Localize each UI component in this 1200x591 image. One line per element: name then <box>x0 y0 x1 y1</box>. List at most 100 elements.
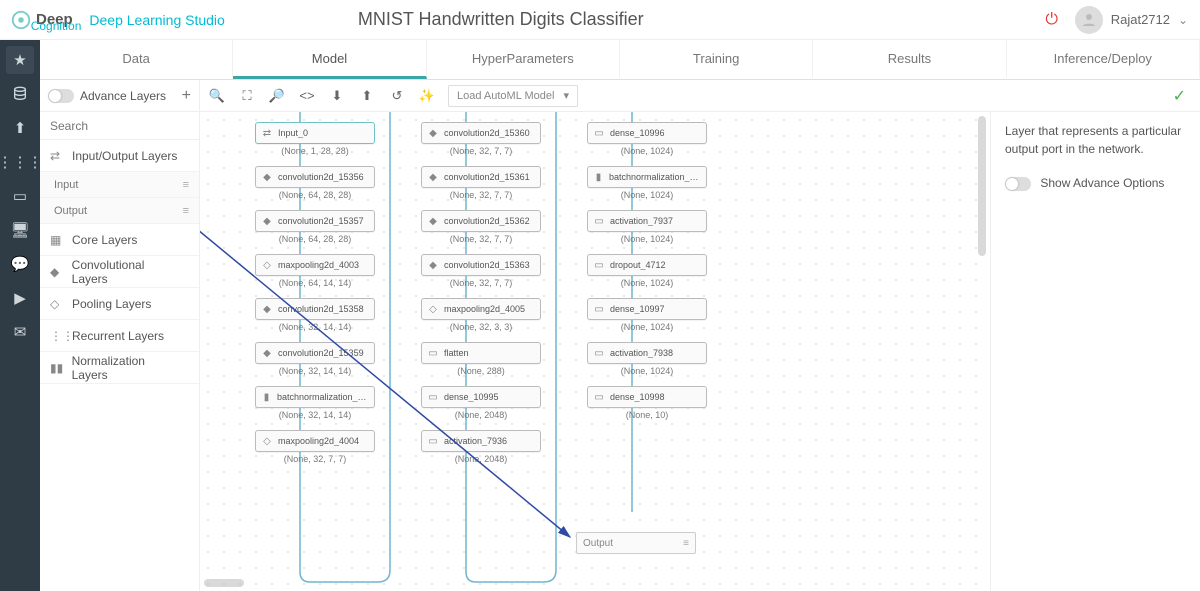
show-advance-toggle[interactable] <box>1005 177 1031 191</box>
cat-label: Recurrent Layers <box>72 329 164 343</box>
cat-normalization-layers[interactable]: ▮▮Normalization Layers <box>40 352 199 384</box>
node-label: convolution2d_15363 <box>444 260 530 270</box>
history-icon[interactable]: ↺ <box>388 88 406 104</box>
rail-star-icon[interactable]: ★ <box>6 46 34 74</box>
upload-icon[interactable]: ⬆ <box>358 88 376 104</box>
layer-item-output[interactable]: Output≡ <box>40 198 199 224</box>
node-type-icon: ▭ <box>426 346 440 360</box>
layer-item-input[interactable]: Input≡ <box>40 172 199 198</box>
node-shape: (None, 2048) <box>421 410 541 420</box>
node-label: convolution2d_15358 <box>278 304 364 314</box>
node-shape: (None, 64, 14, 14) <box>255 278 375 288</box>
rail-database-icon[interactable] <box>6 80 34 108</box>
node-label: convolution2d_15361 <box>444 172 530 182</box>
node-type-icon: ⇄ <box>260 126 274 140</box>
rail-chat-icon[interactable]: 💬 <box>6 250 34 278</box>
node-convolution2d_15363[interactable]: ◆convolution2d_15363 <box>421 254 541 276</box>
zoom-in-icon[interactable]: 🔎 <box>268 88 286 104</box>
node-dense_10997[interactable]: ▭dense_10997 <box>587 298 707 320</box>
node-label: convolution2d_15359 <box>278 348 364 358</box>
node-shape: (None, 32, 14, 14) <box>255 322 375 332</box>
node-batchnormalization_7313[interactable]: ▮batchnormalization_7313 <box>587 166 707 188</box>
cat-input-output-layers[interactable]: ⇄Input/Output Layers <box>40 140 199 172</box>
cat-icon: ⋮⋮ <box>50 329 64 343</box>
node-flatten[interactable]: ▭flatten <box>421 342 541 364</box>
model-canvas[interactable]: ⇄Input_0(None, 1, 28, 28)◆convolution2d_… <box>200 112 990 591</box>
cat-convolutional-layers[interactable]: ◆Convolutional Layers <box>40 256 199 288</box>
node-activation_7936[interactable]: ▭activation_7936 <box>421 430 541 452</box>
node-shape: (None, 32, 7, 7) <box>421 234 541 244</box>
cat-pooling-layers[interactable]: ◇ Pooling Layers <box>40 288 199 320</box>
node-label: maxpooling2d_4004 <box>278 436 359 446</box>
rail-grid-icon[interactable]: ⋮⋮⋮ <box>6 148 34 176</box>
search-input[interactable] <box>40 112 199 139</box>
tab-hyperparameters[interactable]: HyperParameters <box>427 40 620 79</box>
node-input_0[interactable]: ⇄Input_0 <box>255 122 375 144</box>
add-layer-icon[interactable]: + <box>182 87 191 105</box>
rail-mail-icon[interactable]: ✉ <box>6 318 34 346</box>
rail-folder-icon[interactable]: ▭ <box>6 182 34 210</box>
node-maxpooling2d_4005[interactable]: ◇maxpooling2d_4005 <box>421 298 541 320</box>
cat-icon: ◇ <box>50 297 64 311</box>
cat-label: Normalization Layers <box>72 354 181 382</box>
canvas-toolbar: 🔍 ⛶ 🔎 <> ⬇ ⬆ ↺ ✨ Load AutoML Model ▾ ✓ <box>200 80 1200 112</box>
user-name[interactable]: Rajat2712 <box>1111 12 1170 27</box>
node-batchnormalization_7312[interactable]: ▮batchnormalization_7312 <box>255 386 375 408</box>
search-wrap <box>40 112 199 140</box>
node-type-icon: ◇ <box>426 302 440 316</box>
node-label: dropout_4712 <box>610 260 666 270</box>
node-convolution2d_15362[interactable]: ◆convolution2d_15362 <box>421 210 541 232</box>
rail-play-icon[interactable]: ▶ <box>6 284 34 312</box>
download-icon[interactable]: ⬇ <box>328 88 346 104</box>
node-dropout_4712[interactable]: ▭dropout_4712 <box>587 254 707 276</box>
validate-check-icon[interactable]: ✓ <box>1173 86 1192 106</box>
node-maxpooling2d_4003[interactable]: ◇maxpooling2d_4003 <box>255 254 375 276</box>
output-drop-label: Output <box>583 538 613 549</box>
wand-icon[interactable]: ✨ <box>418 88 436 104</box>
advance-label: Advance Layers <box>80 89 166 103</box>
node-shape: (None, 32, 7, 7) <box>421 146 541 156</box>
tab-training[interactable]: Training <box>620 40 813 79</box>
node-dense_10998[interactable]: ▭dense_10998 <box>587 386 707 408</box>
rail-upload-icon[interactable]: ⬆ <box>6 114 34 142</box>
cat-label: Input/Output Layers <box>72 149 177 163</box>
avatar[interactable] <box>1075 6 1103 34</box>
cat-core-layers[interactable]: ▦Core Layers <box>40 224 199 256</box>
cat-label: Pooling Layers <box>72 297 151 311</box>
fit-icon[interactable]: ⛶ <box>238 88 256 104</box>
output-drop-node[interactable]: Output ≡ <box>576 532 696 554</box>
node-label: maxpooling2d_4003 <box>278 260 359 270</box>
chevron-down-icon[interactable]: ⌄ <box>1178 13 1190 27</box>
node-convolution2d_15361[interactable]: ◆convolution2d_15361 <box>421 166 541 188</box>
code-icon[interactable]: <> <box>298 88 316 103</box>
h-scrollbar[interactable] <box>200 579 972 589</box>
automl-select[interactable]: Load AutoML Model ▾ <box>448 85 578 107</box>
node-activation_7937[interactable]: ▭activation_7937 <box>587 210 707 232</box>
cat-recurrent-layers[interactable]: ⋮⋮ Recurrent Layers <box>40 320 199 352</box>
node-maxpooling2d_4004[interactable]: ◇maxpooling2d_4004 <box>255 430 375 452</box>
node-shape: (None, 2048) <box>421 454 541 464</box>
tab-inference-deploy[interactable]: Inference/Deploy <box>1007 40 1200 79</box>
tab-data[interactable]: Data <box>40 40 233 79</box>
node-label: dense_10997 <box>610 304 665 314</box>
node-type-icon: ◆ <box>260 170 274 184</box>
node-convolution2d_15360[interactable]: ◆convolution2d_15360 <box>421 122 541 144</box>
node-dense_10995[interactable]: ▭dense_10995 <box>421 386 541 408</box>
node-type-icon: ▭ <box>592 346 606 360</box>
node-shape: (None, 1024) <box>587 366 707 376</box>
node-convolution2d_15358[interactable]: ◆convolution2d_15358 <box>255 298 375 320</box>
power-icon[interactable]: ⏻ <box>1037 11 1067 29</box>
rail-monitor-icon[interactable]: 🖥 <box>6 216 34 244</box>
node-convolution2d_15359[interactable]: ◆convolution2d_15359 <box>255 342 375 364</box>
tab-model[interactable]: Model <box>233 40 426 79</box>
advance-toggle[interactable] <box>48 89 74 103</box>
node-dense_10996[interactable]: ▭dense_10996 <box>587 122 707 144</box>
node-convolution2d_15356[interactable]: ◆convolution2d_15356 <box>255 166 375 188</box>
v-scrollbar[interactable] <box>978 112 988 573</box>
zoom-out-icon[interactable]: 🔍 <box>208 88 226 104</box>
node-activation_7938[interactable]: ▭activation_7938 <box>587 342 707 364</box>
node-label: convolution2d_15362 <box>444 216 530 226</box>
node-label: batchnormalization_7313 <box>609 172 702 182</box>
tab-results[interactable]: Results <box>813 40 1006 79</box>
node-convolution2d_15357[interactable]: ◆convolution2d_15357 <box>255 210 375 232</box>
